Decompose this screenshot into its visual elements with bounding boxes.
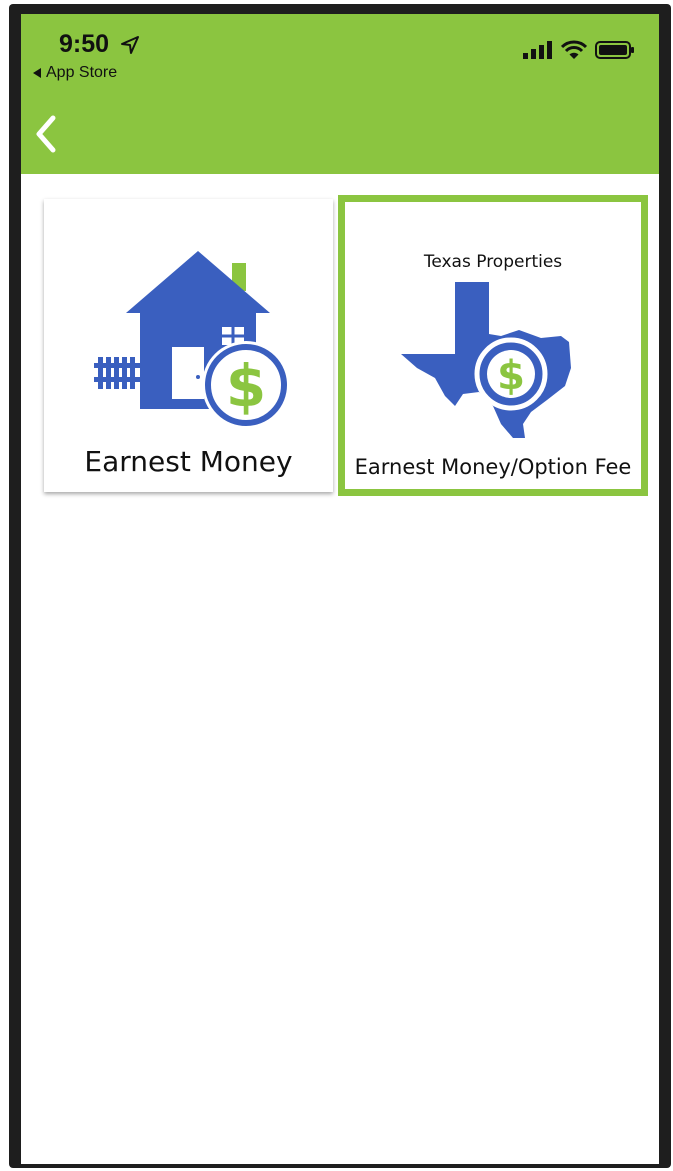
status-time: 9:50	[59, 30, 110, 58]
back-triangle-icon	[33, 68, 41, 78]
tile-label: Earnest Money	[84, 445, 293, 478]
texas-map-icon: $	[401, 282, 571, 438]
svg-text:$: $	[497, 353, 525, 399]
back-to-app-store[interactable]: App Store	[33, 64, 117, 82]
chevron-left-icon[interactable]	[31, 112, 63, 156]
device-frame: 9:50 App Store $ Earnest Money Texas Pro…	[0, 0, 673, 1171]
back-to-app-label: App Store	[46, 64, 118, 81]
tile-earnest-money-option-fee[interactable]: Texas Properties $ Earnest Money/Option …	[338, 195, 648, 496]
tile-caption: Texas Properties	[423, 252, 563, 272]
svg-text:$: $	[226, 352, 266, 420]
app-header: 9:50 App Store	[21, 14, 659, 174]
tile-label: Earnest Money/Option Fee	[354, 455, 632, 479]
wifi-icon	[561, 40, 587, 59]
cellular-signal-icon	[523, 41, 552, 59]
battery-icon	[595, 41, 634, 59]
status-icons	[523, 40, 635, 60]
tile-earnest-money[interactable]: $ Earnest Money	[44, 199, 333, 492]
phone-screen: 9:50 App Store $ Earnest Money Texas Pro…	[21, 14, 659, 1164]
location-arrow-icon	[121, 36, 139, 54]
house-icon: $	[94, 251, 290, 429]
